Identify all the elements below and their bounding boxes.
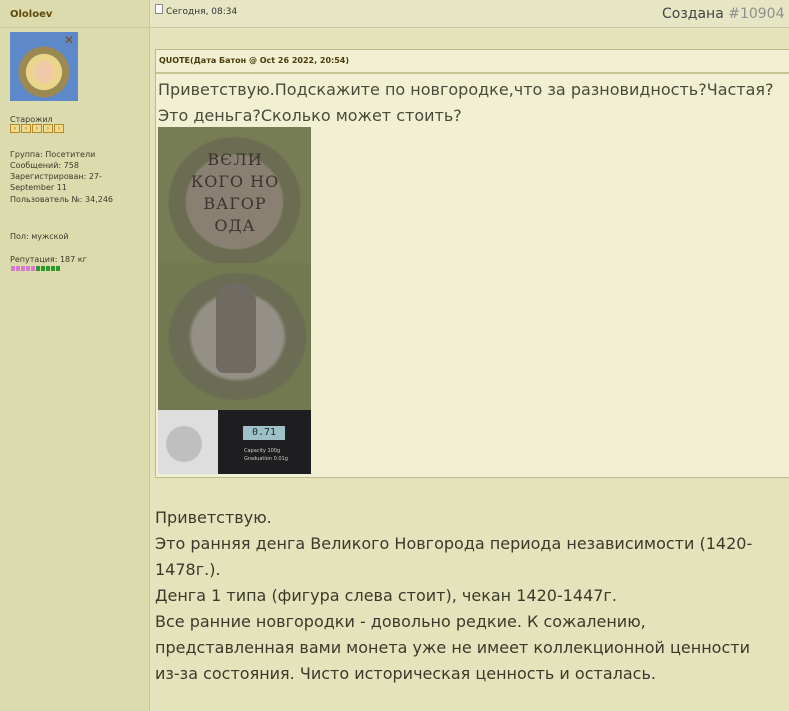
avatar[interactable]: ✕ xyxy=(10,32,78,101)
rep-segment xyxy=(11,266,15,271)
quote-text-line: Приветствую.Подскажите по новгородке,что… xyxy=(158,80,774,99)
rep-segment xyxy=(31,266,35,271)
user-gender: Пол: мужской xyxy=(10,232,69,241)
quote-block: QUOTE(Дата Батон @ Oct 26 2022, 20:54) П… xyxy=(155,49,789,478)
rep-segment xyxy=(41,266,45,271)
reply-text-line: из-за состояния. Чисто историческая ценн… xyxy=(155,664,656,683)
coin-legend: ВЄЛИ КОГО НО ВАГОР ОДА xyxy=(190,149,280,237)
rep-segment xyxy=(26,266,30,271)
quote-text-line: Это деньга?Сколько может стоить? xyxy=(158,106,462,125)
author-name-link[interactable]: Ololoev xyxy=(10,9,52,20)
coin-figure xyxy=(216,283,256,373)
rep-segment xyxy=(56,266,60,271)
rep-segment xyxy=(51,266,55,271)
user-reputation: Репутация: 187 кг xyxy=(10,255,87,264)
rank-pip-icon: › xyxy=(21,124,31,133)
forum-post: Ololoev Сегодня, 08:34 Создана #10904 ✕ … xyxy=(0,0,789,711)
post-document-icon[interactable] xyxy=(155,4,163,14)
user-id: Пользователь №: 34,246 xyxy=(10,195,114,204)
rank-pips: › › › › › xyxy=(10,124,65,133)
author-profile: ✕ Старожил › › › › › Группа: Посетители … xyxy=(0,28,150,711)
user-messages: Сообщений: 758 xyxy=(10,161,79,170)
user-registered: Зарегистрирован: 27-September 11 xyxy=(10,172,102,192)
coin-scale-image[interactable]: 0.71 Capacity 100g Graduation 0.01g xyxy=(158,410,311,474)
post-created-label: Создана #10904 xyxy=(662,6,785,22)
reply-text-line: представленная вами монета уже не имеет … xyxy=(155,638,750,657)
post-author-header: Ololoev xyxy=(0,0,150,28)
user-group: Группа: Посетители xyxy=(10,150,96,159)
coin-reverse-image[interactable] xyxy=(158,263,311,410)
scale-display: 0.71 xyxy=(243,426,285,440)
post-body: QUOTE(Дата Батон @ Oct 26 2022, 20:54) П… xyxy=(150,28,789,711)
coin-legend-line: ВАГОР xyxy=(203,194,267,213)
scale-capacity: Capacity 100g xyxy=(244,448,281,454)
rank-pip-icon: › xyxy=(43,124,53,133)
post-number-link[interactable]: #10904 xyxy=(728,6,784,22)
post-date: Сегодня, 08:34 xyxy=(166,7,238,17)
coin-legend-line: КОГО НО xyxy=(190,172,280,191)
rep-segment xyxy=(36,266,40,271)
rep-segment xyxy=(46,266,50,271)
scale-coin-area xyxy=(158,410,218,474)
rank-pip-icon: › xyxy=(32,124,42,133)
post-header: Сегодня, 08:34 Создана #10904 xyxy=(150,0,789,28)
quote-header: QUOTE(Дата Батон @ Oct 26 2022, 20:54) xyxy=(156,50,789,74)
reply-text-line: Это ранняя денга Великого Новгорода пери… xyxy=(155,534,753,553)
rep-segment xyxy=(21,266,25,271)
rank-pip-icon: › xyxy=(10,124,20,133)
reply-text-line: Все ранние новгородки - довольно редкие.… xyxy=(155,612,646,631)
avatar-ribbon-icon: ✕ xyxy=(63,33,74,47)
coin-on-scale xyxy=(166,426,202,462)
rep-segment xyxy=(16,266,20,271)
rank-pip-icon: › xyxy=(54,124,64,133)
coin-legend-line: ВЄЛИ xyxy=(207,150,263,169)
reply-text-line: Приветствую. xyxy=(155,508,272,527)
coin-obverse-image[interactable]: ВЄЛИ КОГО НО ВАГОР ОДА xyxy=(158,127,311,263)
reply-text-line: Денга 1 типа (фигура слева стоит), чекан… xyxy=(155,586,617,605)
reply-text-line: 1478г.). xyxy=(155,560,221,579)
reputation-bar xyxy=(11,266,61,271)
scale-graduation: Graduation 0.01g xyxy=(244,456,288,462)
coin-legend-line: ОДА xyxy=(214,216,256,235)
created-text: Создана xyxy=(662,6,724,22)
